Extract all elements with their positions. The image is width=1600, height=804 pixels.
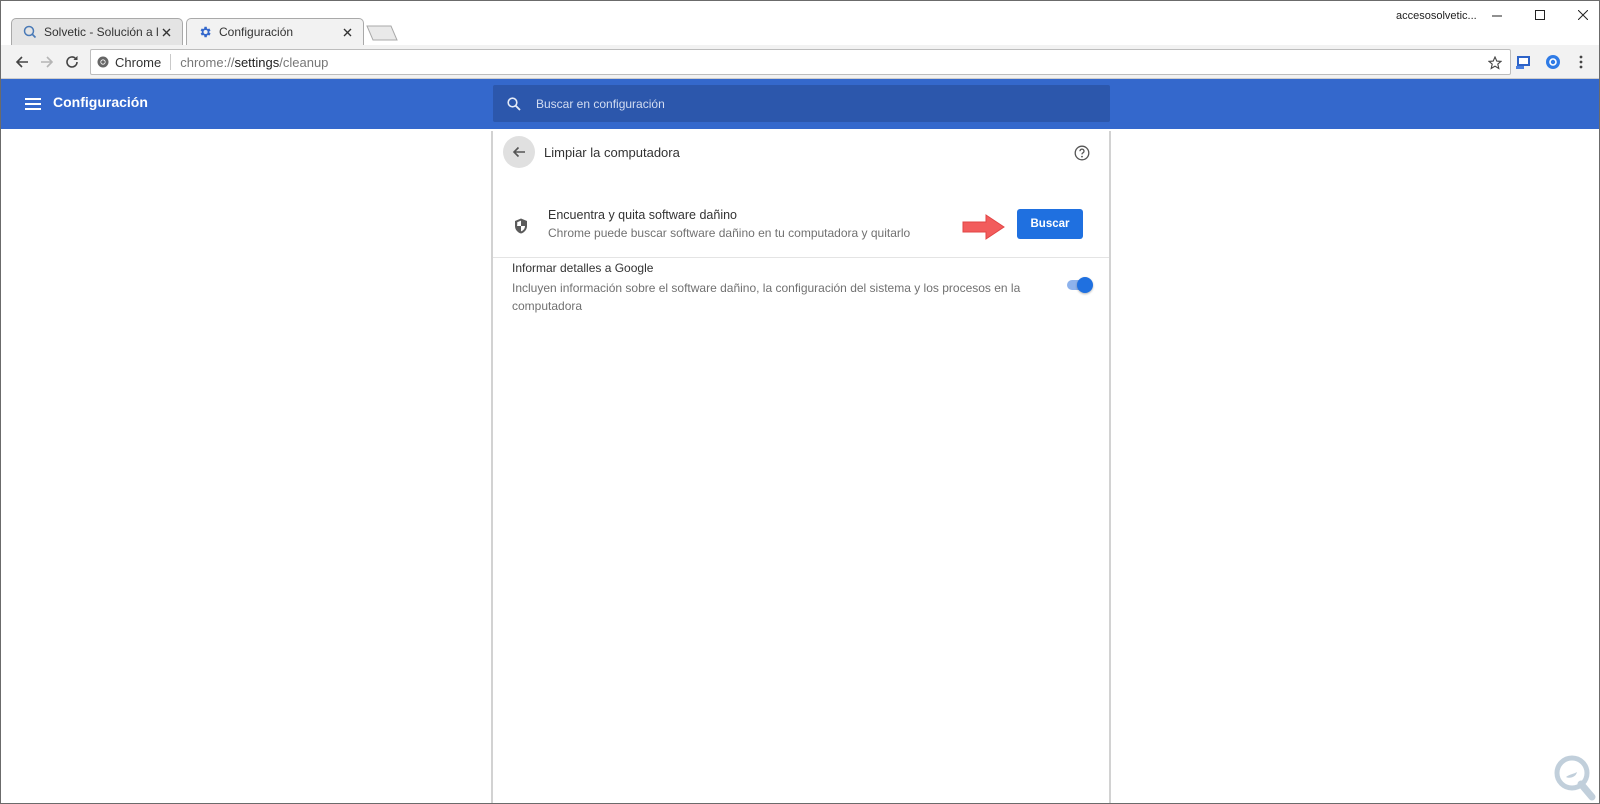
report-details-description: Incluyen información sobre el software d… bbox=[512, 281, 1021, 313]
browser-toolbar: Chrome chrome://settings/cleanup bbox=[1, 45, 1599, 79]
find-harmful-software-title: Encuentra y quita software dañino bbox=[548, 208, 738, 222]
profile-extension-icon[interactable] bbox=[1543, 52, 1563, 72]
minimize-icon[interactable] bbox=[1485, 5, 1509, 25]
maximize-icon[interactable] bbox=[1528, 5, 1552, 25]
toggle-knob bbox=[1077, 277, 1093, 293]
tab-configuracion[interactable]: Configuración bbox=[186, 18, 364, 45]
cleanup-card: Limpiar la computadora Encuentra y quita… bbox=[491, 131, 1111, 803]
address-bar[interactable]: Chrome chrome://settings/cleanup bbox=[90, 49, 1511, 75]
back-icon[interactable] bbox=[10, 50, 34, 74]
gear-icon bbox=[197, 24, 213, 40]
close-tab-icon[interactable] bbox=[339, 24, 355, 40]
settings-search-input[interactable] bbox=[536, 96, 1096, 111]
solvetic-favicon-icon bbox=[22, 24, 38, 40]
tab-solvetic[interactable]: Solvetic - Solución a los p bbox=[11, 18, 183, 45]
annotation-arrow-icon bbox=[962, 214, 1005, 240]
find-harmful-software-description: Chrome puede buscar software dañino en t… bbox=[548, 226, 911, 240]
chrome-logo-icon bbox=[97, 56, 109, 68]
search-icon bbox=[505, 95, 523, 113]
url-scheme: chrome:// bbox=[180, 54, 235, 70]
more-options-icon[interactable] bbox=[1571, 52, 1591, 72]
settings-title: Configuración bbox=[53, 94, 148, 110]
report-details-title: Informar detalles a Google bbox=[512, 261, 654, 275]
url-path: /cleanup bbox=[279, 54, 329, 70]
close-icon[interactable] bbox=[1571, 5, 1595, 25]
url-host: settings bbox=[234, 54, 280, 70]
settings-search-box[interactable] bbox=[493, 85, 1110, 122]
divider bbox=[493, 257, 1109, 258]
cast-extension-icon[interactable] bbox=[1514, 52, 1534, 72]
report-details-toggle[interactable] bbox=[1065, 277, 1093, 293]
buscar-button[interactable]: Buscar bbox=[1017, 209, 1083, 239]
tab-title: Configuración bbox=[219, 25, 294, 39]
hamburger-menu-icon[interactable] bbox=[23, 94, 43, 114]
tab-strip: Solvetic - Solución a los p Configuració… bbox=[1, 1, 1599, 45]
settings-header: Configuración bbox=[1, 79, 1599, 129]
tab-title: Solvetic - Solución a los p bbox=[44, 25, 158, 39]
site-info-chip[interactable]: Chrome bbox=[91, 54, 172, 70]
reload-icon[interactable] bbox=[60, 50, 84, 74]
new-tab-button[interactable] bbox=[365, 25, 399, 41]
browser-window: Solvetic - Solución a los p Configuració… bbox=[0, 0, 1600, 804]
close-tab-icon[interactable] bbox=[158, 24, 174, 40]
site-chip-label: Chrome bbox=[115, 54, 162, 70]
page-title: Limpiar la computadora bbox=[544, 145, 680, 160]
bookmark-star-icon[interactable] bbox=[1486, 54, 1504, 72]
shield-icon bbox=[512, 217, 530, 235]
profile-name[interactable]: accesosolvetic... bbox=[1396, 10, 1477, 22]
url-text[interactable]: chrome://settings/cleanup bbox=[180, 55, 328, 70]
help-icon[interactable] bbox=[1073, 144, 1091, 162]
solvetic-watermark-logo bbox=[1554, 755, 1596, 801]
back-arrow-button[interactable] bbox=[503, 136, 535, 168]
forward-icon[interactable] bbox=[35, 50, 59, 74]
